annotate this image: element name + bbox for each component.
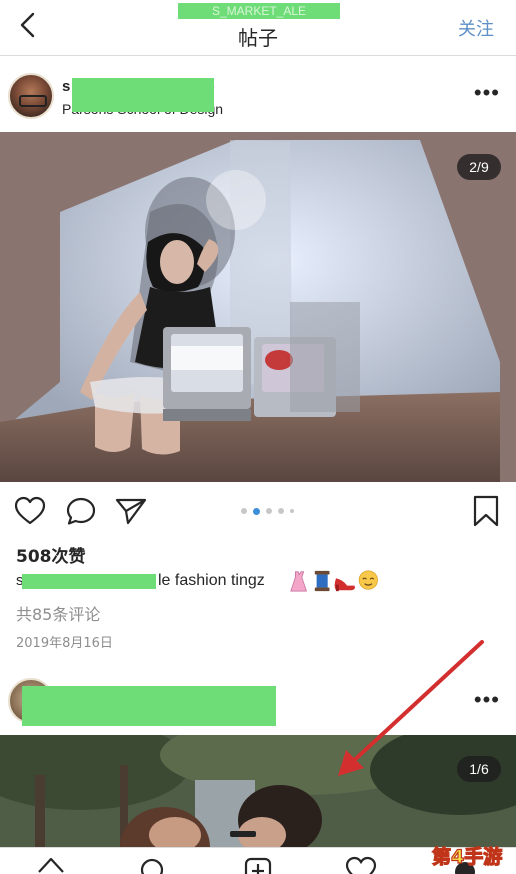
caption-text: le fashion tingz: [158, 572, 265, 589]
search-icon[interactable]: [137, 856, 167, 874]
post-photo[interactable]: [0, 132, 516, 482]
more-options-icon[interactable]: •••: [474, 82, 500, 104]
share-direct-icon[interactable]: [114, 496, 148, 526]
high-heel-emoji: [334, 578, 355, 592]
relieved-face-emoji: [358, 570, 378, 590]
carousel-indicator: [241, 507, 301, 516]
activity-heart-icon[interactable]: [345, 856, 377, 874]
redaction-block: [22, 686, 276, 726]
home-icon[interactable]: [36, 856, 66, 874]
page-title: 帖子: [238, 26, 278, 50]
dress-emoji: [290, 571, 307, 592]
follow-button[interactable]: 关注: [458, 15, 494, 41]
redaction-block: [72, 78, 214, 112]
carousel-dot: [278, 508, 284, 514]
watermark-text: 第4手游: [432, 845, 502, 868]
top-subtitle: S_MARKET_ALE: [178, 3, 340, 19]
carousel-dot: [266, 508, 272, 514]
annotation-arrow: [338, 640, 484, 776]
photo-illustration: [0, 132, 516, 482]
avatar[interactable]: [8, 73, 54, 119]
add-post-icon[interactable]: [243, 856, 273, 874]
username-start: s: [62, 78, 71, 95]
thread-spool-emoji: [314, 570, 330, 592]
save-bookmark-icon[interactable]: [472, 495, 500, 527]
view-comments-link[interactable]: 共85条评论: [16, 601, 100, 625]
likes-count[interactable]: 508次赞: [16, 542, 86, 567]
comment-icon[interactable]: [65, 496, 97, 526]
watermark-logo: 第4手游: [431, 844, 502, 868]
carousel-dot-active: [253, 507, 260, 515]
like-heart-icon[interactable]: [14, 496, 46, 526]
carousel-dot: [241, 508, 247, 514]
redaction-block: [22, 574, 156, 589]
carousel-dot: [290, 509, 294, 513]
top-bar: S_MARKET_ALE 帖子 关注: [0, 0, 516, 56]
caption-emojis: [290, 570, 378, 592]
photo-counter: 2/9: [457, 154, 501, 180]
post-date: 2019年8月16日: [16, 636, 113, 651]
